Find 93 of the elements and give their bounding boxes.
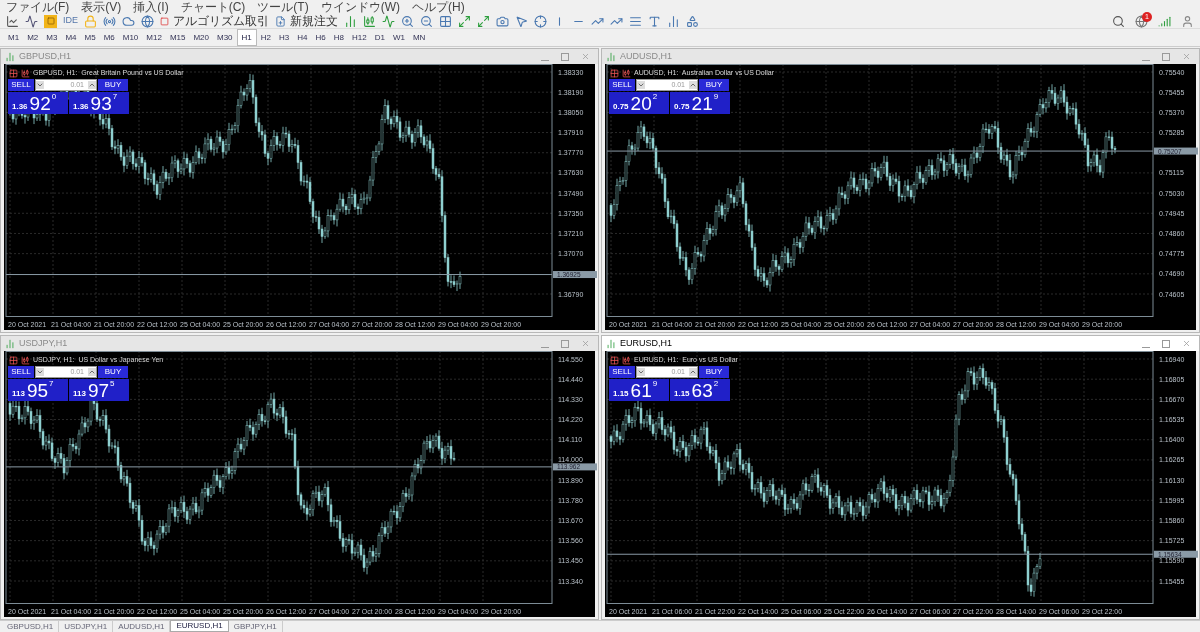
timeframe-button[interactable]: M2 [23,29,43,46]
candlestick-icon[interactable] [363,14,376,28]
ide-button[interactable]: IDE [63,14,78,28]
chart-icon [606,338,616,349]
signal-icon[interactable] [1158,14,1171,28]
zoom-out-icon[interactable] [420,14,433,28]
timeframe-button[interactable]: M20 [189,29,213,46]
timeframe-button[interactable]: H6 [311,29,330,46]
window-title: EURUSD,H1 [620,336,672,350]
grid-icon[interactable] [9,68,18,78]
menu-item[interactable]: 挿入(I) [133,0,169,14]
cursor-icon[interactable] [515,14,528,28]
close-icon[interactable] [1182,339,1191,348]
line-chart-icon[interactable] [6,14,19,28]
timeframe-button[interactable]: W1 [388,29,409,46]
buy-button[interactable]: BUY [699,366,729,378]
search-icon[interactable] [1112,14,1125,28]
camera-icon[interactable] [496,14,509,28]
sell-button[interactable]: SELL [8,79,34,91]
timeframe-button[interactable]: D1 [370,29,389,46]
grid-icon[interactable] [610,355,619,365]
decrease-icon[interactable] [637,368,645,376]
sell-button[interactable]: SELL [609,366,635,378]
menu-item[interactable]: ツール(T) [257,0,309,14]
timeframe-button[interactable]: H3 [275,29,294,46]
menu-item[interactable]: ウインドウ(W) [320,0,400,14]
new-order-icon [275,15,286,27]
window-title: GBPUSD,H1 [19,49,71,63]
candlestick-icon[interactable] [21,68,30,78]
algo-trading-button[interactable]: アルゴリズム取引 [160,14,269,28]
timeframe-button[interactable]: H8 [329,29,348,46]
zoom-in-icon[interactable] [401,14,414,28]
buy-button[interactable]: BUY [98,366,128,378]
timeframe-button[interactable]: H1 [236,29,257,46]
maximize-button[interactable] [1162,339,1170,348]
timeframe-button[interactable]: M30 [213,29,237,46]
menu-item[interactable]: チャート(C) [180,0,246,14]
window-title: USDJPY,H1 [19,336,68,350]
chart-tab[interactable]: GBPUSD,H1 [2,621,60,632]
window-title: AUDUSD,H1 [620,49,672,63]
timeframe-button[interactable]: H2 [256,29,276,46]
timeframe-button[interactable]: M1 [4,29,24,46]
timeframe-button[interactable]: H12 [347,29,371,46]
candlestick-icon[interactable] [622,68,631,78]
chart-icon [5,51,15,62]
cloud-icon[interactable] [122,14,135,28]
line-icon[interactable] [382,14,395,28]
chart-tab[interactable]: EURUSD,H1 [170,620,229,632]
timeframe-button[interactable]: H4 [293,29,312,46]
globe-icon[interactable] [141,14,154,28]
chart-tab[interactable]: USDJPY,H1 [59,621,114,632]
buy-button[interactable]: BUY [98,79,128,91]
increase-icon[interactable] [689,81,697,89]
text-icon[interactable] [648,14,661,28]
increase-icon[interactable] [88,81,96,89]
signal-broadcast-icon[interactable] [103,14,116,28]
menu-item[interactable]: 表示(V) [81,0,122,14]
menu-item[interactable]: ファイル(F) [6,0,70,14]
new-order-button[interactable]: 新規注文 [275,14,338,28]
account-icon[interactable] [1181,14,1194,28]
sell-button[interactable]: SELL [8,366,34,378]
tile-windows-icon[interactable] [439,14,452,28]
decrease-icon[interactable] [36,368,44,376]
candlestick-icon[interactable] [622,355,631,365]
bar-chart-icon[interactable] [344,14,357,28]
maximize-button[interactable] [1162,52,1170,61]
timeframe-button[interactable]: M10 [118,29,143,46]
increase-icon[interactable] [88,368,96,376]
stop-icon [160,16,169,26]
chart-icon [5,338,15,349]
timeframe-button[interactable]: M15 [165,29,190,46]
maximize-button[interactable] [561,339,569,348]
buy-button[interactable]: BUY [699,79,729,91]
dollar-button[interactable] [44,14,57,28]
sell-button[interactable]: SELL [609,79,635,91]
timeframe-button[interactable]: M4 [61,29,81,46]
grid-icon[interactable] [610,68,619,78]
timeframe-button[interactable]: M5 [80,29,100,46]
decrease-icon[interactable] [36,81,44,89]
timeframe-button[interactable]: M12 [142,29,166,46]
chart-icon [606,51,616,62]
maximize-button[interactable] [561,52,569,61]
timeframe-button[interactable]: M3 [42,29,62,46]
shapes-icon[interactable] [686,14,699,28]
candlestick-icon[interactable] [21,355,30,365]
timeframe-button[interactable]: MN [408,29,430,46]
grid-icon[interactable] [9,355,18,365]
timeframe-button[interactable]: M6 [99,29,119,46]
menu-item[interactable]: ヘルプ(H) [412,0,465,14]
decrease-icon[interactable] [637,81,645,89]
chart-tab[interactable]: GBPJPY,H1 [228,621,283,632]
crosshair-icon[interactable] [534,14,547,28]
increase-icon[interactable] [689,368,697,376]
